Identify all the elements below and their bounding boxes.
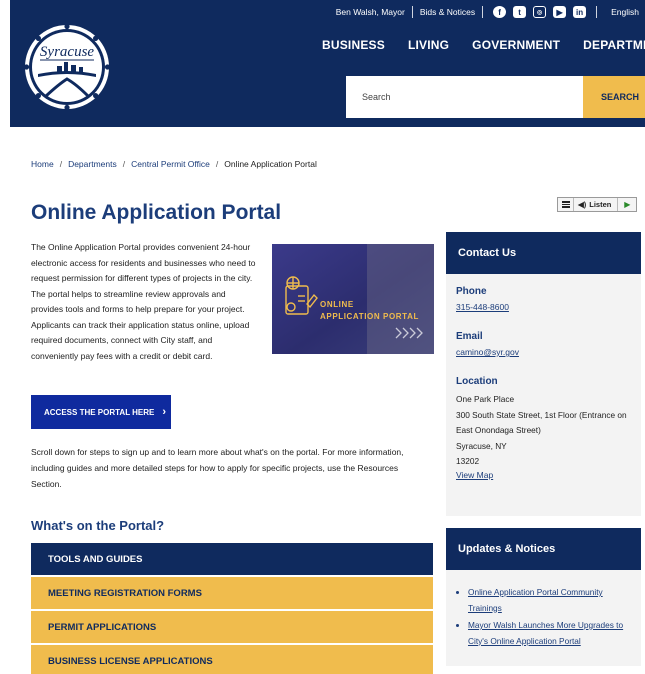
menu-icon[interactable]	[558, 198, 574, 211]
social-links: f t ◎ ▶ in	[485, 6, 594, 18]
twitter-icon[interactable]: t	[513, 6, 527, 18]
breadcrumb-departments[interactable]: Departments	[68, 159, 117, 169]
email-label: Email	[456, 331, 483, 342]
breadcrumb-separator: /	[122, 159, 126, 169]
banner-text-line1: ONLINE	[320, 300, 354, 309]
divider	[411, 6, 413, 18]
breadcrumb-home[interactable]: Home	[31, 159, 54, 169]
update-link[interactable]: Online Application Portal Community Trai…	[468, 587, 603, 613]
site-header: Ben Walsh, Mayor Bids & Notices f t ◎ ▶ …	[10, 0, 645, 127]
search-input[interactable]	[346, 76, 583, 118]
breadcrumb-current: Online Application Portal	[224, 159, 317, 169]
address-zip: 13202	[456, 456, 480, 466]
divider	[596, 6, 598, 18]
bids-link[interactable]: Bids & Notices	[415, 7, 480, 17]
scroll-instructions: Scroll down for steps to sign up and to …	[31, 447, 404, 489]
breadcrumb-separator: /	[59, 159, 63, 169]
accordion-tools-and-guides[interactable]: TOOLS AND GUIDES	[31, 543, 433, 577]
location-label: Location	[456, 376, 498, 387]
breadcrumb: Home / Departments / Central Permit Office / O…	[31, 159, 317, 169]
instagram-icon[interactable]: ◎	[533, 6, 547, 18]
play-icon[interactable]: ▶	[618, 198, 636, 211]
nav-government[interactable]: GOVERNMENT	[472, 38, 560, 52]
list-item: Online Application Portal Community Trai…	[468, 585, 631, 616]
banner-text-line2: APPLICATION PORTAL	[320, 312, 419, 321]
linkedin-icon[interactable]: in	[573, 6, 587, 18]
listen-button[interactable]: ◀) Listen	[574, 198, 619, 211]
updates-list: Online Application Portal Community Trai…	[446, 570, 641, 649]
updates-panel: Updates & Notices Online Application Por…	[446, 528, 641, 666]
phone-link[interactable]: 315-448-8600	[456, 302, 631, 312]
nav-business[interactable]: BUSINESS	[322, 38, 385, 52]
utility-bar: Ben Walsh, Mayor Bids & Notices f t ◎ ▶ …	[331, 4, 645, 20]
page-title: Online Application Portal	[31, 201, 282, 224]
view-map-link[interactable]: View Map	[456, 470, 631, 480]
email-link[interactable]: camino@syr.gov	[456, 347, 631, 357]
nav-living[interactable]: LIVING	[408, 38, 449, 52]
intro-paragraph: The Online Application Portal provides c…	[31, 242, 256, 361]
breadcrumb-central-permit-office[interactable]: Central Permit Office	[131, 159, 210, 169]
address-line: One Park Place	[456, 394, 515, 404]
portal-section-heading: What's on the Portal?	[31, 518, 165, 533]
contact-heading: Contact Us	[446, 232, 641, 274]
list-item: Mayor Walsh Launches More Upgrades to Ci…	[468, 618, 631, 649]
speaker-icon: ◀)	[578, 200, 587, 209]
phone-label: Phone	[456, 286, 487, 297]
address-city: Syracuse, NY	[456, 440, 507, 451]
search-bar: SEARCH	[346, 76, 645, 118]
main-nav: BUSINESS LIVING GOVERNMENT DEPARTMENTS	[322, 38, 645, 52]
update-link[interactable]: Mayor Walsh Launches More Upgrades to Ci…	[468, 620, 623, 646]
breadcrumb-separator: /	[215, 159, 219, 169]
listen-label: Listen	[589, 200, 612, 209]
portal-accordion: TOOLS AND GUIDES MEETING REGISTRATION FO…	[31, 543, 433, 674]
updates-heading: Updates & Notices	[446, 528, 641, 570]
accordion-meeting-registration-forms[interactable]: MEETING REGISTRATION FORMS	[31, 577, 433, 611]
language-selector[interactable]: English	[599, 7, 645, 17]
facebook-icon[interactable]: f	[493, 6, 507, 18]
svg-text:Syracuse: Syracuse	[40, 44, 94, 60]
address-line: 300 South State Street, 1st Floor (Entra…	[456, 409, 627, 436]
divider	[482, 6, 484, 18]
listen-widget: ◀) Listen ▶	[557, 197, 638, 212]
accordion-permit-applications[interactable]: PERMIT APPLICATIONS	[31, 611, 433, 645]
mayor-link[interactable]: Ben Walsh, Mayor	[331, 7, 410, 17]
access-portal-button[interactable]: ACCESS THE PORTAL HERE ›	[31, 395, 171, 429]
youtube-icon[interactable]: ▶	[553, 6, 567, 18]
city-seal-logo[interactable]: Syracuse	[24, 24, 110, 110]
nav-departments[interactable]: DEPARTMENTS	[583, 38, 645, 52]
contact-panel: Contact Us Phone 315-448-8600 Email cami…	[446, 232, 641, 516]
access-portal-label: ACCESS THE PORTAL HERE	[44, 407, 155, 417]
search-button[interactable]: SEARCH	[583, 76, 645, 118]
portal-banner-image: ONLINE APPLICATION PORTAL	[272, 244, 434, 354]
chevron-right-icon: ›	[162, 406, 167, 418]
accordion-business-license-applications[interactable]: BUSINESS LICENSE APPLICATIONS	[31, 645, 433, 674]
